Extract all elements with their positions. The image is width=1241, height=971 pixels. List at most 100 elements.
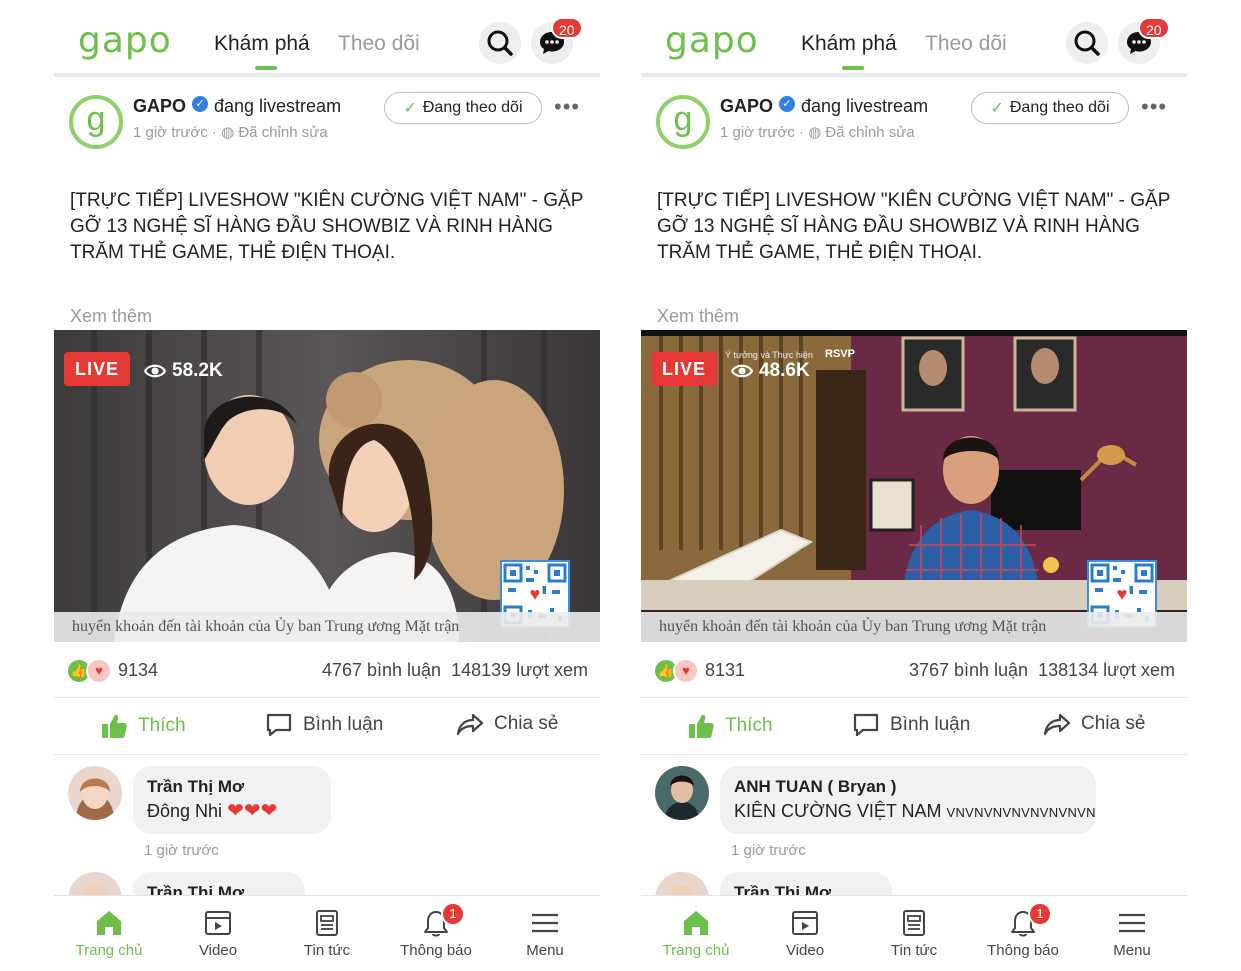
comment-bubble[interactable]: Trần Thị Mơ Đông Nhi ❤❤❤ [133, 766, 331, 834]
comment-count[interactable]: 3767 bình luận [909, 660, 1028, 680]
comment-text: Đông Nhi [147, 801, 223, 821]
nav-news[interactable]: Tin tức [859, 896, 969, 971]
like-count[interactable]: 8131 [705, 660, 745, 681]
more-options-icon[interactable]: ••• [554, 94, 580, 120]
like-button[interactable]: Thích [687, 712, 773, 740]
comment-time: 1 giờ trước [144, 842, 219, 859]
post-meta: 1 giờ trước · ◍ Đã chỉnh sửa [133, 123, 328, 141]
gapo-logo[interactable]: gapo [665, 20, 759, 61]
feed-screen-1: gapo Khám phá Theo dõi 20 g GAPO ✓ đang … [54, 0, 600, 971]
nav-news-label: Tin tức [303, 942, 351, 959]
verified-check-icon: ✓ [192, 96, 208, 112]
viewer-count: 48.6K [731, 360, 810, 382]
nav-home[interactable]: Trang chủ [54, 896, 164, 971]
post-text: [TRỰC TIẾP] LIVESHOW "KIÊN CƯỜNG VIỆT NA… [70, 190, 584, 263]
following-button[interactable]: ✓ Đang theo dõi [971, 92, 1129, 124]
comment-button[interactable]: Bình luận [852, 712, 970, 738]
heart-emoji-icon: ❤❤❤ [227, 800, 278, 822]
nav-notifications[interactable]: 1 Thông báo [968, 896, 1078, 971]
tab-kham-pha[interactable]: Khám phá [801, 32, 897, 56]
nav-menu[interactable]: Menu [1077, 896, 1187, 971]
comment-body: Đông Nhi ❤❤❤ [147, 798, 317, 824]
comment-label: Bình luận [303, 714, 384, 735]
comment-author[interactable]: Trần Thị Mơ [147, 776, 317, 798]
active-tab-indicator [842, 66, 864, 70]
like-label: Thích [138, 715, 186, 736]
post-edited: Đã chỉnh sửa [238, 124, 328, 141]
reactions-summary[interactable]: 👍 ♥ [66, 658, 116, 684]
newspaper-icon [903, 910, 925, 936]
nav-video-label: Video [785, 942, 825, 959]
following-label: Đang theo dõi [1009, 99, 1110, 116]
nav-notifications-label: Thông báo [987, 942, 1059, 959]
more-options-icon[interactable]: ••• [1141, 94, 1167, 120]
active-tab-indicator [255, 66, 277, 70]
woman-avatar-icon [68, 766, 122, 820]
following-button[interactable]: ✓ Đang theo dõi [384, 92, 542, 124]
comment-avatar[interactable] [68, 766, 122, 820]
header-divider [641, 73, 1187, 77]
nav-notifications-label: Thông báo [400, 942, 472, 959]
comment-avatar[interactable] [655, 766, 709, 820]
like-label: Thích [725, 715, 773, 736]
post-time: 1 giờ trước · [133, 124, 222, 141]
heart-icon: ♥ [527, 584, 543, 604]
comment-body: KIÊN CƯỜNG VIỆT NAM VNVNVNVNVNVNVNVN [734, 798, 1095, 826]
live-video-player[interactable]: LIVE 48.6K Ý tưởng và Thực hiện RSVP ♥ h… [641, 330, 1187, 642]
nav-video[interactable]: Video [750, 896, 860, 971]
post-stats: 3767 bình luận 138134 lượt xem [909, 660, 1175, 681]
heart-icon: ♥ [1114, 584, 1130, 604]
gapo-logo[interactable]: gapo [78, 20, 172, 61]
header-divider [54, 73, 600, 77]
verified-check-icon: ✓ [779, 96, 795, 112]
actions-divider [54, 754, 600, 755]
see-more-link[interactable]: Xem thêm [657, 306, 739, 327]
gapo-g-icon: g [673, 100, 693, 138]
post-author[interactable]: GAPO [720, 96, 773, 117]
nav-notifications[interactable]: 1 Thông báo [381, 896, 491, 971]
home-icon [684, 911, 708, 935]
viewer-count: 58.2K [144, 360, 223, 382]
nav-menu[interactable]: Menu [490, 896, 600, 971]
comment-time: 1 giờ trước [731, 842, 806, 859]
hamburger-menu-icon [1119, 913, 1145, 933]
news-ticker: huyển khoản đến tài khoản của Ủy ban Tru… [641, 612, 1187, 642]
gapo-page-avatar[interactable]: g [656, 95, 710, 149]
gapo-page-avatar[interactable]: g [69, 95, 123, 149]
search-button[interactable] [1066, 22, 1108, 64]
messages-button[interactable]: 20 [531, 17, 583, 64]
share-button[interactable]: Chia sẻ [1043, 712, 1145, 736]
nav-home[interactable]: Trang chủ [641, 896, 751, 971]
video-play-icon [205, 911, 231, 935]
stats-divider [54, 697, 600, 698]
comment-author[interactable]: ANH TUAN ( Bryan ) [734, 776, 1082, 798]
like-count[interactable]: 9134 [118, 660, 158, 681]
nav-home-label: Trang chủ [662, 942, 730, 959]
nav-video[interactable]: Video [163, 896, 273, 971]
post-author[interactable]: GAPO [133, 96, 186, 117]
post-meta: 1 giờ trước · ◍ Đã chỉnh sửa [720, 123, 915, 141]
tab-kham-pha[interactable]: Khám phá [214, 32, 310, 56]
share-label: Chia sẻ [494, 713, 559, 734]
live-video-player[interactable]: LIVE 58.2K ♥ huyển khoản đến tài khoản c… [54, 330, 600, 642]
like-button[interactable]: Thích [100, 712, 186, 740]
comment-text-suffix: VNVNVNVNVNVNVNVN [946, 805, 1096, 820]
nav-news[interactable]: Tin tức [272, 896, 382, 971]
live-badge: LIVE [64, 352, 131, 386]
reactions-summary[interactable]: 👍 ♥ [653, 658, 703, 684]
search-button[interactable] [479, 22, 521, 64]
tab-theo-doi[interactable]: Theo dõi [338, 32, 420, 56]
comment-button[interactable]: Bình luận [265, 712, 383, 738]
see-more-link[interactable]: Xem thêm [70, 306, 152, 327]
view-count: 138134 lượt xem [1038, 660, 1175, 680]
following-label: Đang theo dõi [422, 99, 523, 116]
top-header: gapo Khám phá Theo dõi 20 [54, 0, 600, 78]
news-ticker: huyển khoản đến tài khoản của Ủy ban Tru… [54, 612, 600, 642]
messages-button[interactable]: 20 [1118, 17, 1170, 64]
tab-theo-doi[interactable]: Theo dõi [925, 32, 1007, 56]
post-action: đang livestream [214, 96, 342, 116]
comment-bubble[interactable]: ANH TUAN ( Bryan ) KIÊN CƯỜNG VIỆT NAM V… [720, 766, 1096, 834]
share-button[interactable]: Chia sẻ [456, 712, 558, 736]
share-arrow-icon [1043, 713, 1071, 736]
comment-count[interactable]: 4767 bình luận [322, 660, 441, 680]
